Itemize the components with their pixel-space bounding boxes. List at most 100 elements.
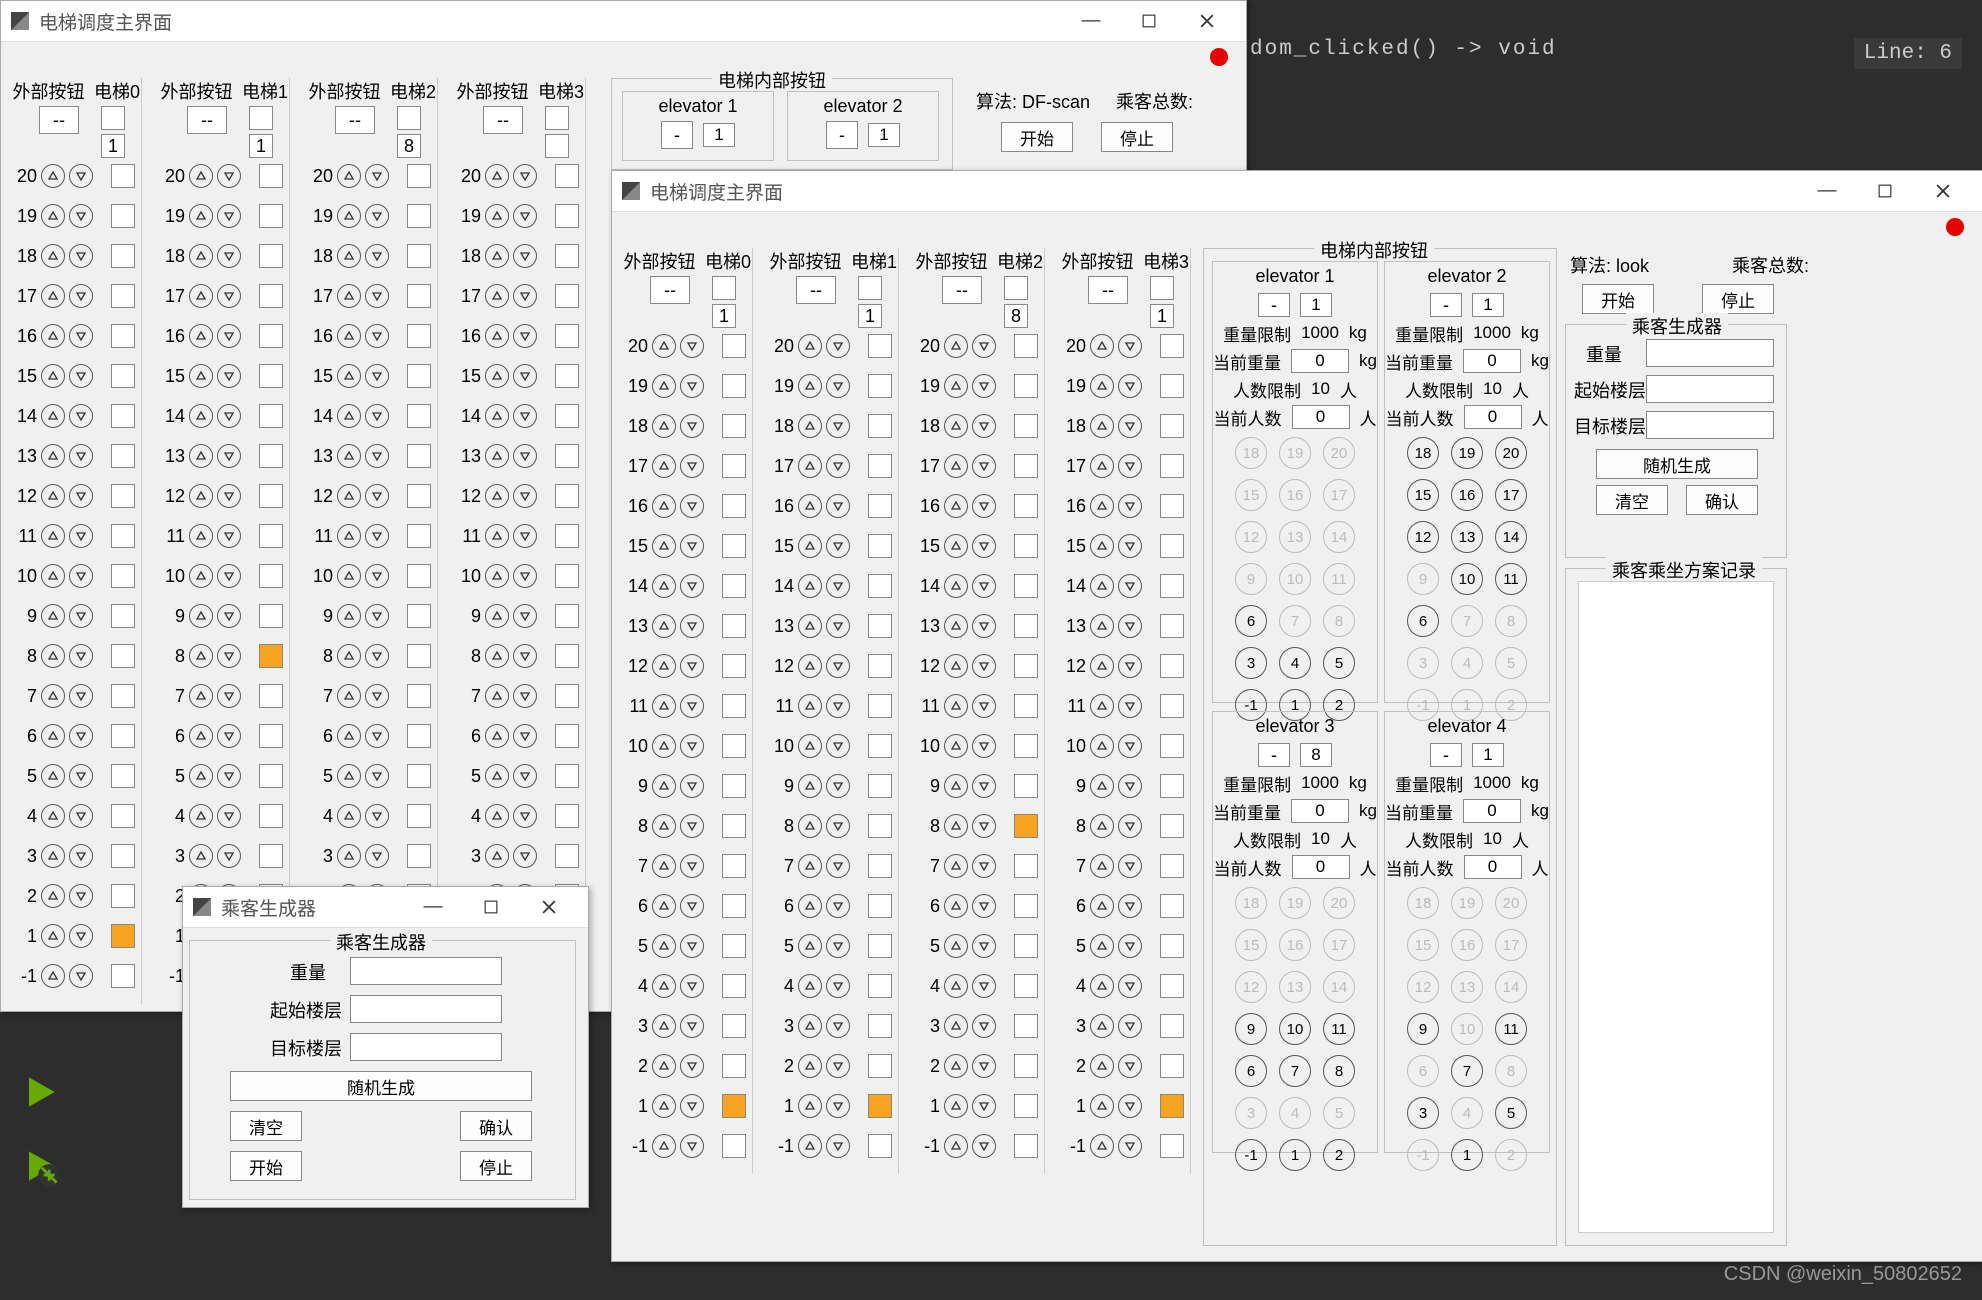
down-button[interactable] <box>217 564 241 588</box>
up-button[interactable] <box>798 1014 822 1038</box>
floor-button-18[interactable]: 18 <box>1235 437 1267 469</box>
random-button[interactable]: 随机生成 <box>1596 449 1758 479</box>
up-button[interactable] <box>337 844 361 868</box>
down-button[interactable] <box>680 814 704 838</box>
down-button[interactable] <box>972 574 996 598</box>
floor-button-19[interactable]: 19 <box>1451 887 1483 919</box>
up-button[interactable] <box>485 484 509 508</box>
down-button[interactable] <box>1118 454 1142 478</box>
up-button[interactable] <box>1090 1094 1114 1118</box>
floor-button-19[interactable]: 19 <box>1451 437 1483 469</box>
down-button[interactable] <box>217 484 241 508</box>
start-button-1[interactable]: 开始 <box>1001 122 1073 152</box>
up-button[interactable] <box>944 1014 968 1038</box>
maximize-button[interactable] <box>462 887 520 927</box>
down-button[interactable] <box>972 374 996 398</box>
floor-button-16[interactable]: 16 <box>1451 479 1483 511</box>
down-button[interactable] <box>1118 854 1142 878</box>
start-button-2[interactable]: 开始 <box>1582 284 1654 314</box>
down-button[interactable] <box>826 974 850 998</box>
up-button[interactable] <box>41 284 65 308</box>
up-button[interactable] <box>944 574 968 598</box>
up-button[interactable] <box>652 1014 676 1038</box>
up-button[interactable] <box>1090 934 1114 958</box>
down-button[interactable] <box>217 364 241 388</box>
floor-button-6[interactable]: 6 <box>1235 1055 1267 1087</box>
up-button[interactable] <box>1090 854 1114 878</box>
down-button[interactable] <box>513 244 537 268</box>
close-button[interactable] <box>520 887 578 927</box>
down-button[interactable] <box>826 734 850 758</box>
floor-button-3[interactable]: 3 <box>1407 1097 1439 1129</box>
floor-button-9[interactable]: 9 <box>1235 563 1267 595</box>
floor-button-5[interactable]: 5 <box>1495 1097 1527 1129</box>
up-button[interactable] <box>41 324 65 348</box>
down-button[interactable] <box>680 614 704 638</box>
down-button[interactable] <box>680 374 704 398</box>
up-button[interactable] <box>944 494 968 518</box>
start-button[interactable]: 开始 <box>230 1151 302 1181</box>
floor-button-10[interactable]: 10 <box>1279 1013 1311 1045</box>
end-floor-input[interactable] <box>350 1033 502 1061</box>
down-button[interactable] <box>826 654 850 678</box>
down-button[interactable] <box>513 204 537 228</box>
floor-button-6[interactable]: 6 <box>1407 1055 1439 1087</box>
down-button[interactable] <box>826 1054 850 1078</box>
down-button[interactable] <box>513 764 537 788</box>
up-button[interactable] <box>485 284 509 308</box>
down-button[interactable] <box>1118 1134 1142 1158</box>
up-button[interactable] <box>652 534 676 558</box>
down-button[interactable] <box>217 164 241 188</box>
floor-button-14[interactable]: 14 <box>1323 971 1355 1003</box>
floor-button-10[interactable]: 10 <box>1451 563 1483 595</box>
up-button[interactable] <box>189 324 213 348</box>
up-button[interactable] <box>652 734 676 758</box>
down-button[interactable] <box>1118 534 1142 558</box>
up-button[interactable] <box>944 614 968 638</box>
up-button[interactable] <box>485 364 509 388</box>
down-button[interactable] <box>972 894 996 918</box>
down-button[interactable] <box>69 484 93 508</box>
down-button[interactable] <box>69 604 93 628</box>
up-button[interactable] <box>337 484 361 508</box>
floor-button-5[interactable]: 5 <box>1323 1097 1355 1129</box>
down-button[interactable] <box>972 694 996 718</box>
down-button[interactable] <box>365 164 389 188</box>
up-button[interactable] <box>337 284 361 308</box>
up-button[interactable] <box>1090 614 1114 638</box>
minimize-button[interactable]: — <box>1798 171 1856 211</box>
down-button[interactable] <box>972 454 996 478</box>
up-button[interactable] <box>485 764 509 788</box>
down-button[interactable] <box>69 764 93 788</box>
floor-button-12[interactable]: 12 <box>1235 521 1267 553</box>
up-button[interactable] <box>485 404 509 428</box>
titlebar-1[interactable]: 电梯调度主界面 — <box>1 1 1246 42</box>
down-button[interactable] <box>1118 494 1142 518</box>
down-button[interactable] <box>217 404 241 428</box>
end-floor-input[interactable] <box>1646 411 1774 439</box>
stop-button-2[interactable]: 停止 <box>1702 284 1774 314</box>
down-button[interactable] <box>826 894 850 918</box>
down-button[interactable] <box>1118 574 1142 598</box>
down-button[interactable] <box>680 1014 704 1038</box>
up-button[interactable] <box>189 724 213 748</box>
up-button[interactable] <box>189 244 213 268</box>
down-button[interactable] <box>69 724 93 748</box>
floor-button-4[interactable]: 4 <box>1451 647 1483 679</box>
up-button[interactable] <box>337 724 361 748</box>
floor-button-3[interactable]: 3 <box>1407 647 1439 679</box>
up-button[interactable] <box>41 644 65 668</box>
up-button[interactable] <box>337 684 361 708</box>
down-button[interactable] <box>365 844 389 868</box>
up-button[interactable] <box>944 694 968 718</box>
down-button[interactable] <box>513 284 537 308</box>
down-button[interactable] <box>365 404 389 428</box>
up-button[interactable] <box>1090 454 1114 478</box>
up-button[interactable] <box>485 444 509 468</box>
down-button[interactable] <box>1118 334 1142 358</box>
up-button[interactable] <box>798 694 822 718</box>
floor-button-14[interactable]: 14 <box>1323 521 1355 553</box>
up-button[interactable] <box>944 734 968 758</box>
floor-button--1[interactable]: -1 <box>1235 1139 1267 1171</box>
floor-button-4[interactable]: 4 <box>1279 647 1311 679</box>
